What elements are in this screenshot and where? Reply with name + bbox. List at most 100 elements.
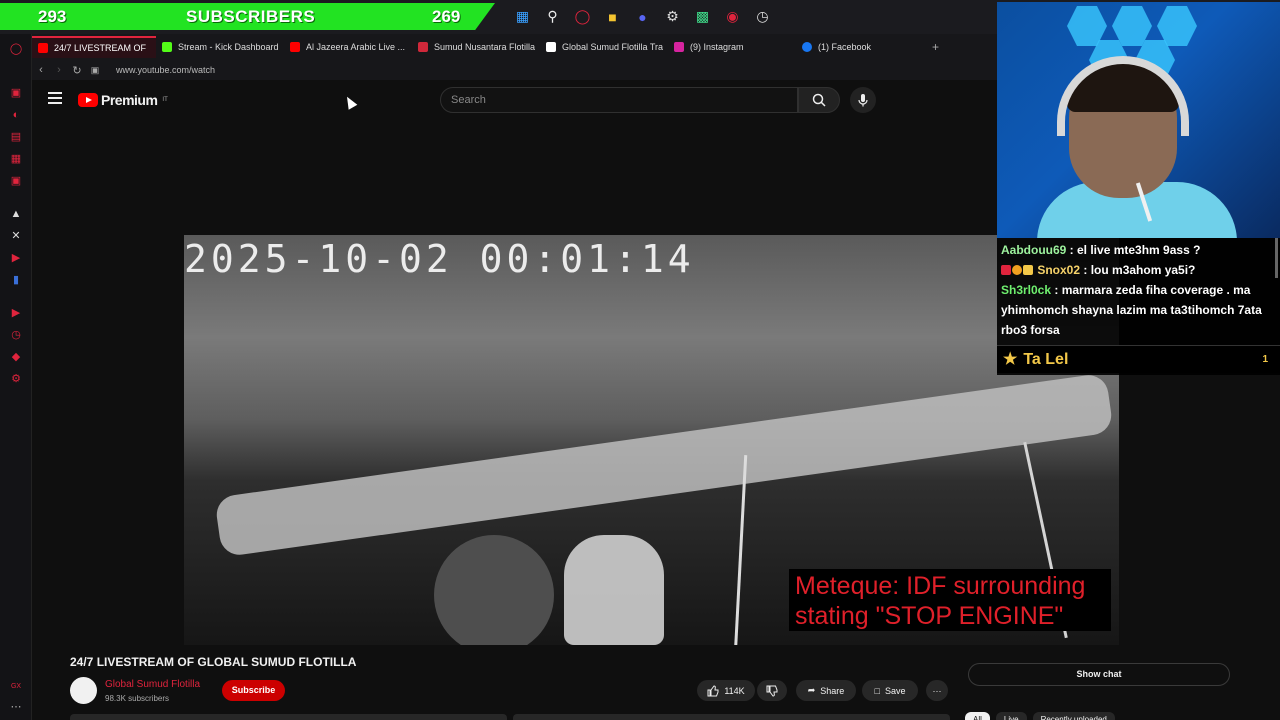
raised-hands xyxy=(564,535,664,645)
tab-livestream[interactable]: 24/7 LIVESTREAM OF xyxy=(32,36,156,58)
gamepad-icon[interactable]: ▣ xyxy=(9,86,23,100)
twitch-icon[interactable]: ▦ xyxy=(9,152,23,166)
folder-icon[interactable]: ■ xyxy=(602,6,623,27)
channel-avatar[interactable] xyxy=(70,677,97,704)
voice-search-button[interactable] xyxy=(850,87,876,113)
comment-box[interactable] xyxy=(513,714,950,720)
extensions-icon[interactable]: ◆ xyxy=(9,350,23,364)
kick-favicon-icon xyxy=(162,42,172,52)
discord-icon[interactable]: ● xyxy=(632,6,653,27)
tab-instagram[interactable]: (9) Instagram xyxy=(668,36,796,58)
save-button[interactable]: □ Save xyxy=(862,680,918,701)
tab-al-jazeera[interactable]: Al Jazeera Arabic Live ... xyxy=(284,36,412,58)
tab-label: Al Jazeera Arabic Live ... xyxy=(306,42,406,52)
tracker-favicon-icon xyxy=(546,42,556,52)
crown-badge-icon xyxy=(1023,265,1033,275)
screen: 293 SUBSCRIBERS 269 ▦ ⚲ ◯ ■ ● ⚙ ▩ ◉ ◷ ◯ … xyxy=(0,0,1280,720)
thumbs-up-icon xyxy=(707,684,719,696)
subscriber-banner: 293 SUBSCRIBERS 269 xyxy=(0,3,495,30)
share-button[interactable]: ➦ Share xyxy=(796,680,856,701)
show-chat-button[interactable]: Show chat xyxy=(968,663,1230,686)
chip-live[interactable]: Live xyxy=(995,712,1027,720)
shield-icon[interactable]: ▮ xyxy=(9,273,23,287)
thumbs-down-icon xyxy=(766,685,778,697)
x-icon[interactable]: ✕ xyxy=(9,229,23,243)
steam-icon[interactable]: ⚙ xyxy=(662,6,683,27)
microphone-icon xyxy=(858,94,868,107)
dislike-button[interactable] xyxy=(757,680,787,701)
address-bar: ‹ › ↻ ▣ www.youtube.com/watch xyxy=(32,60,997,80)
tab-kick-dashboard[interactable]: Stream - Kick Dashboard xyxy=(156,36,284,58)
more-dots-icon: ··· xyxy=(932,685,942,696)
store-icon[interactable]: ▤ xyxy=(9,130,23,144)
sub-badge-icon xyxy=(1012,265,1022,275)
recommendation-chips: All Live Recently uploaded xyxy=(965,712,1115,720)
subscriber-label: SUBSCRIBERS xyxy=(186,6,316,26)
chat-scrollbar[interactable] xyxy=(1275,238,1278,278)
like-button[interactable]: 114K xyxy=(697,680,755,701)
tab-sumud-nusantara[interactable]: Sumud Nusantara Flotilla xyxy=(412,36,540,58)
youtube-icon[interactable]: ▶ xyxy=(9,251,23,265)
taskbar-tray: ▦ ⚲ ◯ ■ ● ⚙ ▩ ◉ ◷ xyxy=(512,6,773,27)
channel-name[interactable]: Global Sumud Flotilla xyxy=(105,679,200,690)
webcam-overlay xyxy=(997,2,1280,238)
chat-username: Aabdouu69 xyxy=(1001,243,1067,257)
player-icon[interactable]: ▶ xyxy=(9,306,23,320)
chat-username: Sh3rl0ck xyxy=(1001,283,1052,297)
video-timestamp: 2025-10-02 00:01:14 xyxy=(184,237,695,281)
terminal-icon[interactable]: ▩ xyxy=(692,6,713,27)
tab-strip: 24/7 LIVESTREAM OF Stream - Kick Dashboa… xyxy=(32,34,997,60)
chat-text: : lou m3ahom ya5i? xyxy=(1080,263,1196,277)
forward-icon[interactable]: › xyxy=(50,64,68,76)
history-icon[interactable]: ◷ xyxy=(9,328,23,342)
tab-label: (1) Facebook xyxy=(818,42,872,52)
hamburger-menu-icon[interactable] xyxy=(48,92,62,104)
chat-username: Snox02 xyxy=(1037,263,1081,277)
windows-icon[interactable]: ▦ xyxy=(512,6,533,27)
back-icon[interactable]: ‹ xyxy=(32,64,50,76)
logo-country: IT xyxy=(162,97,168,103)
facebook-favicon-icon xyxy=(802,42,812,52)
messenger-icon[interactable]: ▣ xyxy=(9,174,23,188)
url-field[interactable]: www.youtube.com/watch xyxy=(116,65,215,75)
gx-logo-icon[interactable]: GX xyxy=(9,680,23,694)
chat-message: Sh3rl0ck : marmara zeda fiha coverage . … xyxy=(1001,280,1272,340)
youtube-play-icon xyxy=(78,93,98,107)
tab-label: 24/7 LIVESTREAM OF xyxy=(54,43,147,53)
pinned-count: 1 xyxy=(1262,353,1268,365)
share-icon: ➦ xyxy=(807,685,816,695)
youtube-premium-logo[interactable]: Premium IT xyxy=(78,92,168,108)
more-actions-button[interactable]: ··· xyxy=(926,680,948,701)
tab-global-sumud-tracker[interactable]: Global Sumud Flotilla Tra xyxy=(540,36,668,58)
opera-gx-icon[interactable]: ◯ xyxy=(9,42,23,56)
video-title: 24/7 LIVESTREAM OF GLOBAL SUMUD FLOTILLA xyxy=(70,655,357,669)
search-icon[interactable]: ⚲ xyxy=(542,6,563,27)
search-button[interactable] xyxy=(798,87,840,113)
lock-icon: ▣ xyxy=(90,64,100,75)
more-icon[interactable]: ⋯ xyxy=(9,700,23,714)
search-icon xyxy=(812,93,826,107)
description-box[interactable] xyxy=(70,714,507,720)
boat-canopy xyxy=(214,372,1114,558)
search-input[interactable]: Search xyxy=(440,87,798,113)
reload-icon[interactable]: ↻ xyxy=(68,64,86,77)
clock-icon[interactable]: ◷ xyxy=(752,6,773,27)
subscribe-button[interactable]: Subscribe xyxy=(222,680,285,701)
new-tab-button[interactable]: + xyxy=(932,40,939,54)
tab-label: Stream - Kick Dashboard xyxy=(178,42,279,52)
tab-label: Global Sumud Flotilla Tra xyxy=(562,42,664,52)
chip-all[interactable]: All xyxy=(965,712,990,720)
settings-icon[interactable]: ⚙ xyxy=(9,372,23,386)
youtube-header: Premium IT Search xyxy=(32,82,997,118)
chip-recently-uploaded[interactable]: Recently uploaded xyxy=(1032,712,1115,720)
tab-facebook[interactable]: (1) Facebook xyxy=(796,36,896,58)
chat-message: Aabdouu69 : el live mte3hm 9ass ? xyxy=(1001,240,1272,260)
opera-icon[interactable]: ◯ xyxy=(572,6,593,27)
instagram-favicon-icon xyxy=(674,42,684,52)
video-player[interactable]: 2025-10-02 00:01:14 Meteque: IDF surroun… xyxy=(184,235,1119,645)
chat-text: : el live mte3hm 9ass ? xyxy=(1066,243,1201,257)
kick-icon[interactable]: ▲ xyxy=(9,207,23,221)
flotilla-favicon-icon xyxy=(418,42,428,52)
location-icon[interactable]: ◉ xyxy=(722,6,743,27)
speed-icon[interactable]: ◐ xyxy=(9,108,23,122)
